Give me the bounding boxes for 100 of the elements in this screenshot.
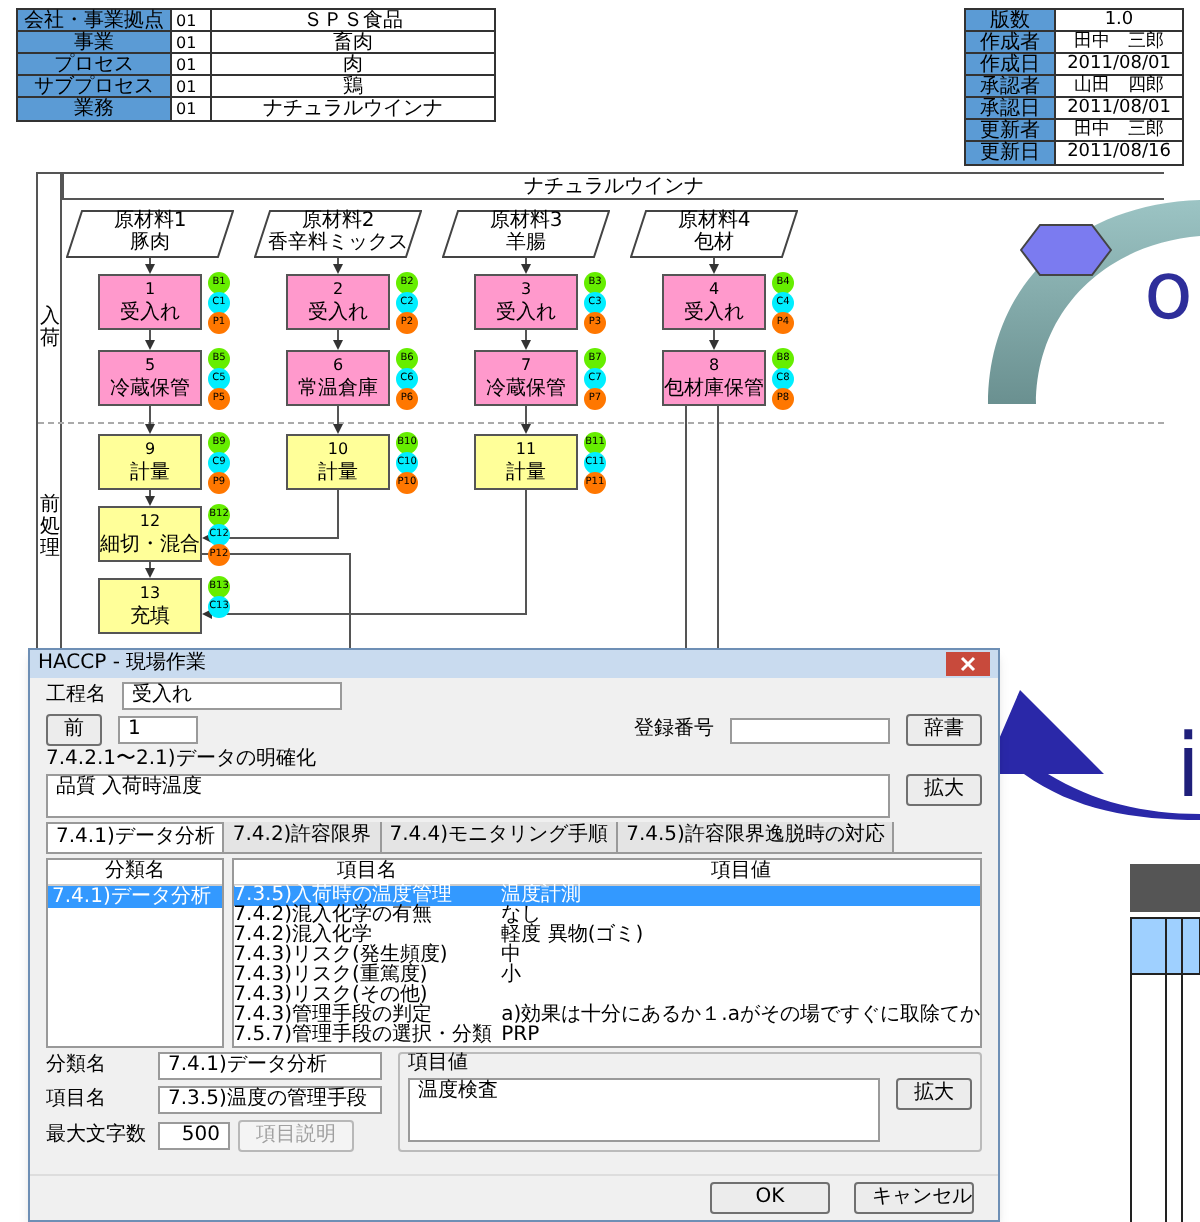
process-step[interactable]: 9 計量 — [98, 434, 202, 490]
process-step[interactable]: 7 冷蔵保管 — [474, 350, 578, 406]
step-name: 冷蔵保管 — [110, 379, 190, 399]
cancel-button[interactable]: キャンセル — [854, 1182, 974, 1214]
step-number: 3 — [520, 281, 532, 297]
input-label: 原材料3 — [489, 212, 563, 232]
item-row[interactable]: 7.4.3)管理手段の判定 a)効果は十分にあるか１.aがその場ですぐに取除てか — [233, 1006, 980, 1026]
header-label: 更新者 — [966, 120, 1054, 140]
value-expand-button[interactable]: 拡大 — [896, 1078, 972, 1110]
process-step[interactable]: 2 受入れ — [286, 274, 390, 330]
max-length-label: 最大文字数 — [46, 1126, 148, 1146]
prev-button[interactable]: 前 — [46, 714, 102, 746]
process-step[interactable]: 10 計量 — [286, 434, 390, 490]
step-name: 計量 — [130, 463, 170, 483]
item-name: 7.4.3)リスク(発生頻度) — [233, 946, 450, 966]
item-value: 中 — [501, 946, 524, 966]
header-value: 鶏 — [210, 76, 494, 96]
note-field[interactable]: 品質 入荷時温度 — [46, 774, 890, 818]
item-name: 7.4.3)管理手段の判定 — [233, 1006, 435, 1026]
step-number: 6 — [332, 357, 344, 373]
tab[interactable]: 7.4.1)データ分析 — [46, 822, 225, 852]
process-step[interactable]: 6 常温倉庫 — [286, 350, 390, 406]
header-label: 会社・事業拠点 — [18, 10, 170, 30]
step-name: 常温倉庫 — [298, 379, 378, 399]
record-field[interactable] — [730, 717, 890, 743]
item-value: なし — [501, 906, 544, 926]
dictionary-button[interactable]: 辞書 — [906, 714, 982, 746]
input-label: 原材料2 — [301, 212, 375, 232]
process-field[interactable]: 受入れ — [122, 682, 342, 710]
tab[interactable]: 7.4.5)許容限界逸脱時の対応 — [618, 822, 895, 852]
header-code: 01 — [170, 54, 210, 74]
input-label: 原材料1 — [113, 212, 187, 232]
item-name: 7.4.3)リスク(重篤度) — [233, 966, 430, 986]
column-header: 項目名 — [335, 860, 400, 884]
header-code: 01 — [170, 10, 210, 30]
step-name: 受入れ — [308, 303, 368, 323]
item-label: 項目名 — [46, 1090, 108, 1110]
section-label: 7.4.2.1〜2.1)データの明確化 — [46, 750, 318, 770]
input-label: 原材料4 — [677, 212, 751, 232]
input-name: 香辛料ミックス — [268, 234, 408, 254]
max-length-field[interactable]: 500 — [158, 1122, 230, 1150]
heading-letter: o — [1144, 252, 1193, 332]
header-label: 承認者 — [966, 76, 1054, 96]
process-step[interactable]: 12 細切・混合 — [98, 506, 202, 562]
header-label: 版数 — [966, 10, 1054, 30]
step-number: 1 — [144, 281, 156, 297]
process-step[interactable]: 1 受入れ — [98, 274, 202, 330]
process-step[interactable]: 8 包材庫保管 — [662, 350, 766, 406]
hexagon-icon — [1020, 224, 1112, 276]
item-value: PRP — [501, 1026, 542, 1046]
item-row[interactable]: 7.4.2)混入化学 軽度 異物(ゴミ) — [233, 926, 980, 946]
input-name: 豚肉 — [130, 234, 170, 254]
record-label: 登録番号 — [634, 720, 714, 740]
item-name: 7.4.2)混入化学の有無 — [233, 906, 435, 926]
header-value: 田中 三郎 — [1054, 120, 1182, 140]
step-name: 受入れ — [684, 303, 744, 323]
input-name: 包材 — [694, 234, 734, 254]
header-value: 畜肉 — [210, 32, 494, 52]
value-group-label: 項目値 — [408, 1054, 470, 1074]
expand-button[interactable]: 拡大 — [906, 774, 982, 806]
item-row[interactable]: 7.4.3)リスク(発生頻度) 中 — [233, 946, 980, 966]
process-step[interactable]: 4 受入れ — [662, 274, 766, 330]
header-value: 田中 三郎 — [1054, 32, 1182, 52]
close-icon[interactable] — [946, 652, 990, 676]
process-step[interactable]: 13 充填 — [98, 578, 202, 634]
number-field[interactable]: 1 — [118, 716, 198, 744]
header-value: 山田 四郎 — [1054, 76, 1182, 96]
step-name: 充填 — [130, 607, 170, 627]
item-row[interactable]: 7.4.2)混入化学の有無 なし — [233, 906, 980, 926]
step-name: 受入れ — [120, 303, 180, 323]
header-label: プロセス — [18, 54, 170, 74]
process-step[interactable]: 11 計量 — [474, 434, 578, 490]
item-value: 小 — [501, 966, 524, 986]
header-value: 肉 — [210, 54, 494, 74]
step-name: 冷蔵保管 — [486, 379, 566, 399]
item-field[interactable]: 7.3.5)温度の管理手段 — [158, 1086, 382, 1114]
step-name: 細切・混合 — [100, 535, 200, 555]
ok-button[interactable]: OK — [710, 1182, 830, 1214]
step-number: 10 — [327, 441, 349, 457]
lane-label: 前処理 — [40, 494, 60, 560]
item-row[interactable]: 7.4.3)リスク(重篤度) 小 — [233, 966, 980, 986]
item-value: 軽度 異物(ゴミ) — [501, 926, 646, 946]
item-row[interactable]: 7.4.3)リスク(その他) — [233, 986, 980, 1006]
item-name: 7.5.7)管理手段の選択・分類 — [233, 1026, 495, 1046]
flowchart-title: ナチュラルウインナ — [62, 174, 1164, 200]
value-field[interactable]: 温度検査 — [408, 1078, 880, 1142]
process-step[interactable]: 5 冷蔵保管 — [98, 350, 202, 406]
item-row[interactable]: 7.5.7)管理手段の選択・分類 PRP — [233, 1026, 980, 1046]
header-label: 承認日 — [966, 98, 1054, 118]
tab[interactable]: 7.4.2)許容限界 — [224, 822, 382, 852]
step-number: 7 — [520, 357, 532, 373]
header-value: ＳＰＳ食品 — [210, 10, 494, 30]
header-label: 更新日 — [966, 142, 1054, 164]
process-step[interactable]: 3 受入れ — [474, 274, 578, 330]
header-code: 01 — [170, 32, 210, 52]
header-value: 2011/08/16 — [1054, 142, 1182, 164]
process-label: 工程名 — [46, 686, 106, 706]
tab[interactable]: 7.4.4)モニタリング手順 — [381, 822, 619, 852]
step-number: 11 — [515, 441, 537, 457]
category-field[interactable]: 7.4.1)データ分析 — [158, 1052, 382, 1080]
